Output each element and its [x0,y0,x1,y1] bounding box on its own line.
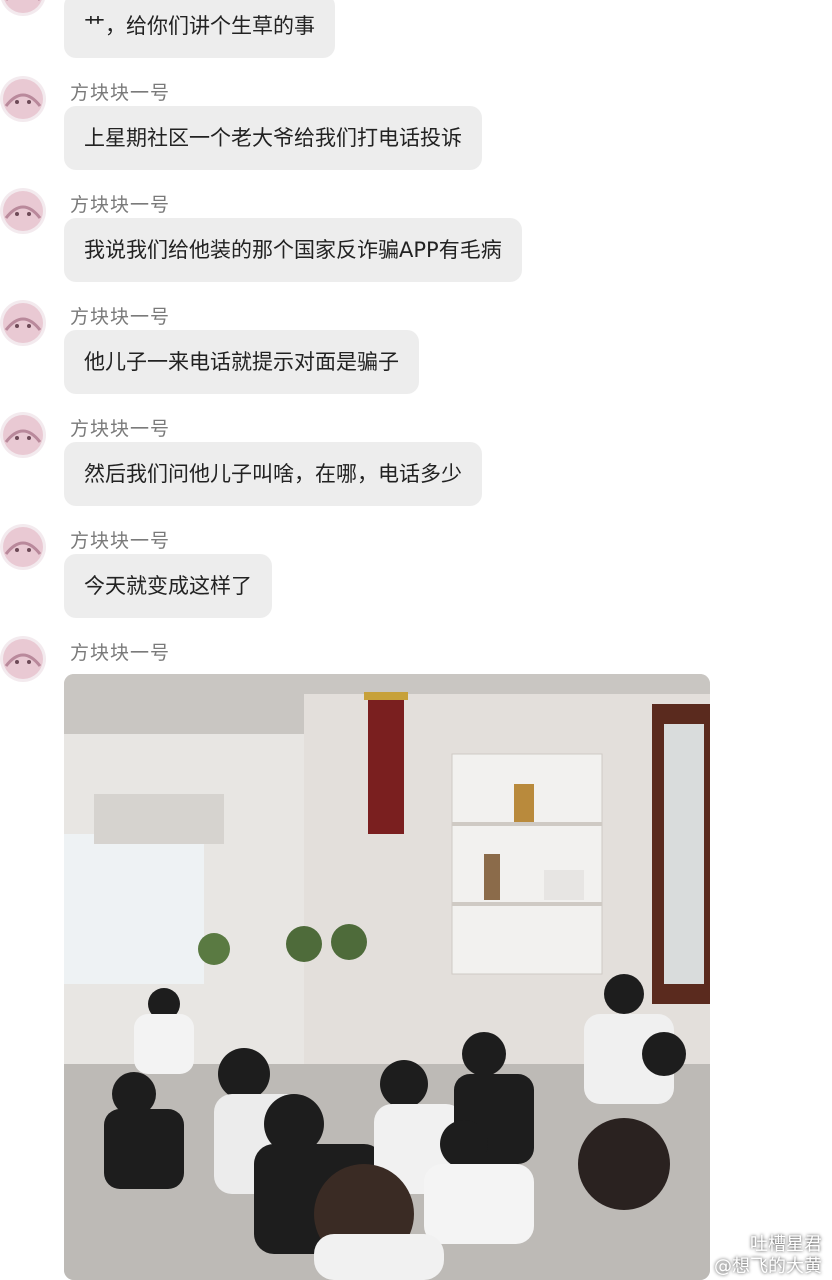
avatar-illustration-icon [4,0,42,13]
message-row: 方块块一号 他儿子一来电话就提示对面是骗子 [0,298,832,398]
message-row: 方块块一号 上星期社区一个老大爷给我们打电话投诉 [0,74,832,174]
avatar[interactable] [0,524,46,570]
message-row: 方块块一号 然后我们问他儿子叫啥，在哪，电话多少 [0,410,832,510]
sender-name: 方块块一号 [70,418,171,440]
sender-name: 方块块一号 [70,82,171,104]
sender-name: 方块块一号 [70,306,171,328]
avatar[interactable] [0,76,46,122]
sender-name: 方块块一号 [70,530,171,552]
avatar[interactable] [0,188,46,234]
message-row: 方块块一号 我说我们给他装的那个国家反诈骗APP有毛病 [0,186,832,286]
avatar[interactable] [0,0,46,16]
avatar-illustration-icon [3,639,43,679]
avatar[interactable] [0,636,46,682]
message-bubble[interactable]: 上星期社区一个老大爷给我们打电话投诉 [64,106,482,170]
avatar-illustration-icon [3,303,43,343]
photo-scene [64,674,710,1280]
message-row: 方块块一号 [0,634,832,682]
message-bubble[interactable]: 我说我们给他装的那个国家反诈骗APP有毛病 [64,218,522,282]
message-row: 艹，给你们讲个生草的事 [0,0,832,60]
message-bubble[interactable]: 然后我们问他儿子叫啥，在哪，电话多少 [64,442,482,506]
watermark-line2: @想飞的大黄 [714,1256,822,1277]
message-bubble[interactable]: 艹，给你们讲个生草的事 [64,0,335,58]
message-row: 方块块一号 今天就变成这样了 [0,522,832,622]
avatar[interactable] [0,300,46,346]
message-bubble[interactable]: 今天就变成这样了 [64,554,272,618]
avatar-illustration-icon [3,527,43,567]
message-image[interactable] [64,674,710,1280]
avatar-illustration-icon [3,79,43,119]
sender-name: 方块块一号 [70,194,171,216]
avatar-illustration-icon [3,415,43,455]
avatar-illustration-icon [3,191,43,231]
message-bubble[interactable]: 他儿子一来电话就提示对面是骗子 [64,330,419,394]
sender-name: 方块块一号 [70,642,171,664]
avatar[interactable] [0,412,46,458]
